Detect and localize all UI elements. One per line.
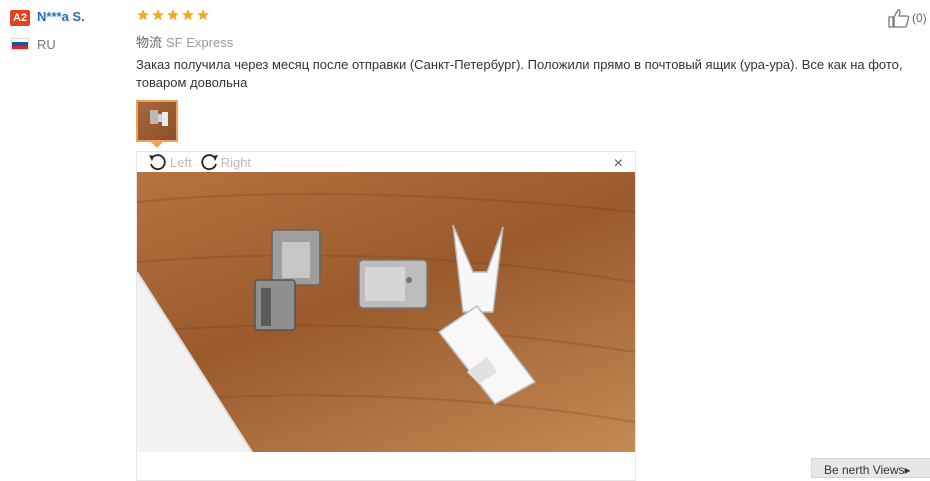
photo-content xyxy=(137,193,635,452)
rotate-left-button[interactable]: Left xyxy=(147,152,192,172)
thumbnail-selected-indicator xyxy=(151,142,163,148)
helpful-button[interactable]: (0) xyxy=(888,8,927,28)
rotate-left-label: Left xyxy=(170,154,192,170)
close-viewer-button[interactable]: × xyxy=(614,155,623,173)
reviewer-name[interactable]: N***a S. xyxy=(37,9,85,24)
rotate-right-button[interactable]: Right xyxy=(198,152,251,172)
rotate-right-label: Right xyxy=(220,154,252,170)
level-badge: A2 xyxy=(10,10,30,26)
shipping-label: 物流 xyxy=(136,35,163,50)
rotate-right-icon xyxy=(201,154,218,171)
star-icon xyxy=(167,9,179,21)
shipping-method: SF Express xyxy=(166,35,234,50)
browse-more-button[interactable]: Be nerth Views▸ xyxy=(811,458,930,478)
star-rating xyxy=(136,8,210,22)
review-photo xyxy=(137,172,635,452)
rotate-left-icon xyxy=(149,154,166,171)
thumbs-up-icon xyxy=(888,9,910,28)
review-photo-thumbnail[interactable] xyxy=(136,100,178,142)
shipping-info: 物流 SF Express xyxy=(136,32,233,51)
star-icon xyxy=(197,9,209,21)
star-icon xyxy=(152,9,164,21)
reviewer-country: RU xyxy=(37,37,56,52)
viewer-toolbar: Left Right xyxy=(147,152,251,172)
image-viewer: Left Right × xyxy=(136,151,636,481)
star-icon xyxy=(137,9,149,21)
country-flag-icon xyxy=(11,38,29,50)
thumbnail-image xyxy=(150,110,168,126)
star-icon xyxy=(182,9,194,21)
review-text: Заказ получила через месяц после отправк… xyxy=(136,57,903,90)
helpful-count: (0) xyxy=(912,11,927,25)
